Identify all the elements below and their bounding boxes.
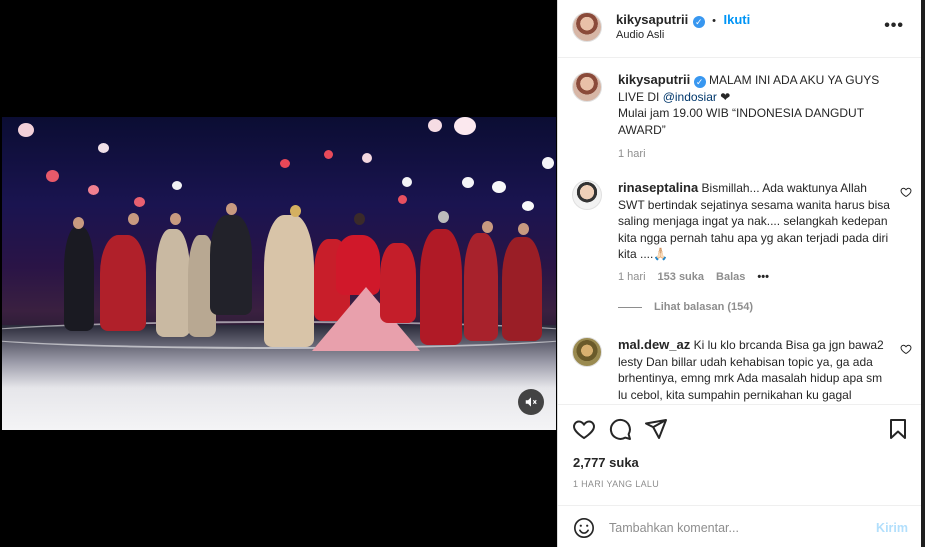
- heart-icon[interactable]: [900, 186, 912, 198]
- bookmark-icon[interactable]: [886, 417, 910, 441]
- follow-button[interactable]: Ikuti: [723, 12, 750, 27]
- stage-light: [428, 119, 442, 132]
- performer: [264, 215, 314, 347]
- comment-body: rinaseptalina Bismillah... Ada waktunya …: [618, 180, 894, 285]
- performer: [380, 243, 416, 323]
- performer-head: [290, 205, 301, 217]
- performer-head: [73, 217, 84, 229]
- performer-head: [170, 213, 181, 225]
- performer-head: [438, 211, 449, 223]
- performer-head: [226, 203, 237, 215]
- heart-icon[interactable]: [900, 343, 912, 355]
- reply-button[interactable]: Balas: [716, 269, 745, 286]
- stage-light: [362, 153, 372, 163]
- caption-username[interactable]: kikysaputrii: [618, 72, 690, 87]
- performer: [210, 215, 252, 315]
- verified-badge-icon: ✓: [693, 76, 706, 88]
- mute-button[interactable]: [518, 389, 544, 415]
- likes-count[interactable]: 2,777 suka: [573, 455, 639, 470]
- stage-light: [172, 181, 182, 190]
- stage-light: [402, 177, 412, 187]
- comment-time[interactable]: 1 hari: [618, 269, 646, 286]
- comment-likes[interactable]: 153 suka: [658, 269, 704, 286]
- stage-light: [324, 150, 333, 159]
- stage-light: [492, 181, 506, 193]
- muted-speaker-icon: [525, 397, 537, 407]
- posted-time[interactable]: 1 HARI YANG LALU: [573, 479, 659, 489]
- post-video[interactable]: [2, 117, 556, 430]
- replies-divider: [618, 306, 642, 308]
- stage-light: [18, 123, 34, 137]
- comments-scroll-area[interactable]: kikysaputrii ✓ MALAM INI ADA AKU YA GUYS…: [558, 58, 922, 404]
- scrollbar-track[interactable]: [921, 0, 925, 547]
- emoji-icon[interactable]: [573, 517, 595, 539]
- view-replies-label: Lihat balasan (154): [654, 301, 754, 313]
- header-separator: •: [712, 15, 717, 27]
- share-icon[interactable]: [644, 417, 668, 441]
- action-bar: 2,777 suka 1 HARI YANG LALU: [558, 404, 922, 502]
- performer: [502, 237, 542, 341]
- comment-item: rinaseptalina Bismillah... Ada waktunya …: [572, 180, 912, 300]
- header-line: kikysaputrii ✓ • Ikuti: [616, 11, 750, 29]
- media-panel: [0, 0, 557, 547]
- caption-heart: ❤: [716, 89, 731, 104]
- comment-item: mal.dew_az Ki lu klo brcanda Bisa ga jgn…: [572, 337, 912, 404]
- performer-head: [518, 223, 529, 235]
- stage-light: [542, 157, 554, 169]
- stage-light: [522, 201, 534, 211]
- instagram-post-modal: kikysaputrii ✓ • Ikuti Audio Asli ••• ki…: [0, 0, 925, 547]
- comment-meta: 1 hari 153 suka Balas •••: [618, 269, 894, 286]
- performer-head: [128, 213, 139, 225]
- stage-light: [280, 159, 290, 168]
- heart-icon[interactable]: [572, 417, 596, 441]
- comment-username[interactable]: mal.dew_az: [618, 337, 690, 352]
- post-comment-button[interactable]: Kirim: [876, 521, 908, 535]
- comment-username[interactable]: rinaseptalina: [618, 180, 698, 195]
- comment-options-icon[interactable]: •••: [757, 269, 769, 286]
- comment-input[interactable]: Tambahkan komentar...: [609, 521, 739, 535]
- caption-mention[interactable]: @indosiar: [663, 90, 717, 104]
- avatar[interactable]: [572, 337, 602, 367]
- stage-light: [398, 195, 407, 204]
- performer: [420, 229, 462, 345]
- performer: [64, 227, 94, 331]
- comment-icon[interactable]: [608, 417, 632, 441]
- performer: [156, 229, 190, 337]
- avatar[interactable]: [572, 180, 602, 210]
- post-sidebar: kikysaputrii ✓ • Ikuti Audio Asli ••• ki…: [557, 0, 922, 547]
- performer-head: [354, 213, 365, 225]
- stage-light: [134, 197, 145, 207]
- caption-time[interactable]: 1 hari: [618, 146, 908, 163]
- caption: kikysaputrii ✓ MALAM INI ADA AKU YA GUYS…: [618, 72, 908, 163]
- stage-light: [454, 117, 476, 135]
- avatar[interactable]: [572, 12, 602, 42]
- stage-light: [462, 177, 474, 188]
- comment-body: mal.dew_az Ki lu klo brcanda Bisa ga jgn…: [618, 337, 894, 403]
- avatar[interactable]: [572, 72, 602, 102]
- stage-light: [46, 170, 59, 182]
- stage-light: [98, 143, 109, 153]
- author-username[interactable]: kikysaputrii: [616, 12, 688, 27]
- caption-line2: Mulai jam 19.00 WIB “INDONESIA DANGDUT A…: [618, 106, 864, 137]
- performer: [336, 235, 380, 295]
- verified-badge-icon: ✓: [692, 16, 705, 28]
- audio-label[interactable]: Audio Asli: [616, 29, 664, 41]
- performer-head: [482, 221, 493, 233]
- post-header: kikysaputrii ✓ • Ikuti Audio Asli •••: [558, 0, 922, 58]
- performer: [464, 233, 498, 341]
- stage-light: [88, 185, 99, 195]
- comment-composer: Tambahkan komentar... Kirim: [558, 505, 922, 547]
- more-horizontal-icon[interactable]: •••: [884, 17, 904, 35]
- performer: [100, 235, 146, 331]
- view-replies-button[interactable]: Lihat balasan (154): [618, 301, 753, 313]
